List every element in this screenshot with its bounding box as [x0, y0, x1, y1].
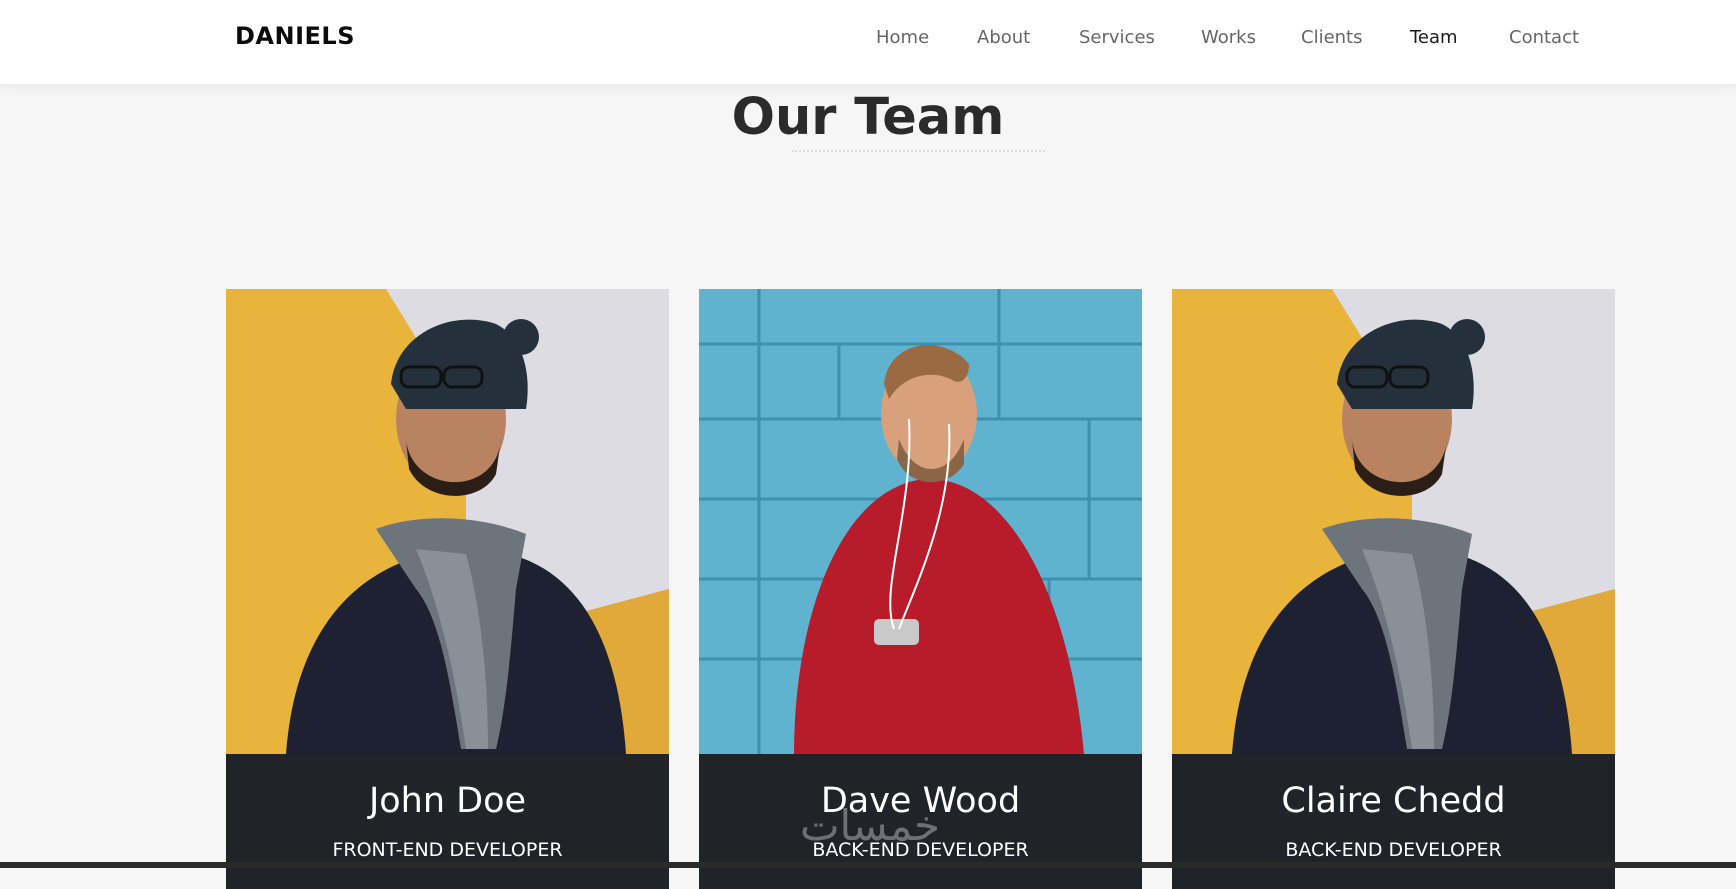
nav-clients-link[interactable]: Clients	[1301, 27, 1363, 48]
nav-team-link[interactable]: Team	[1410, 27, 1458, 48]
team-card-claire-chedd[interactable]: Claire Chedd BACK-END DEVELOPER	[1172, 289, 1615, 889]
man-beanie-scarf-photo	[226, 289, 669, 754]
member-role: BACK-END DEVELOPER	[1285, 839, 1502, 861]
bottom-bar	[0, 862, 1736, 868]
nav-contact-link[interactable]: Contact	[1509, 27, 1579, 48]
nav-about-link[interactable]: About	[977, 27, 1030, 48]
svg-text:خمسات: خمسات	[800, 801, 940, 850]
section-title: Our Team	[731, 88, 1005, 147]
nav-menu: Home About Services Works Clients Team C…	[0, 27, 1736, 57]
member-name: Claire Chedd	[1281, 781, 1506, 821]
member-role: FRONT-END DEVELOPER	[332, 839, 563, 861]
member-name: John Doe	[368, 781, 527, 821]
navbar: DANIELS Home About Services Works Client…	[0, 0, 1736, 84]
nav-works-link[interactable]: Works	[1201, 27, 1256, 48]
title-underline	[792, 150, 1045, 152]
nav-services-link[interactable]: Services	[1079, 27, 1155, 48]
watermark-logo: خمسات	[800, 801, 940, 850]
team-card-john-doe[interactable]: John Doe FRONT-END DEVELOPER	[226, 289, 669, 889]
nav-home-link[interactable]: Home	[876, 27, 929, 48]
man-beanie-scarf-photo	[1172, 289, 1615, 754]
man-red-sweater-photo	[699, 289, 1142, 754]
